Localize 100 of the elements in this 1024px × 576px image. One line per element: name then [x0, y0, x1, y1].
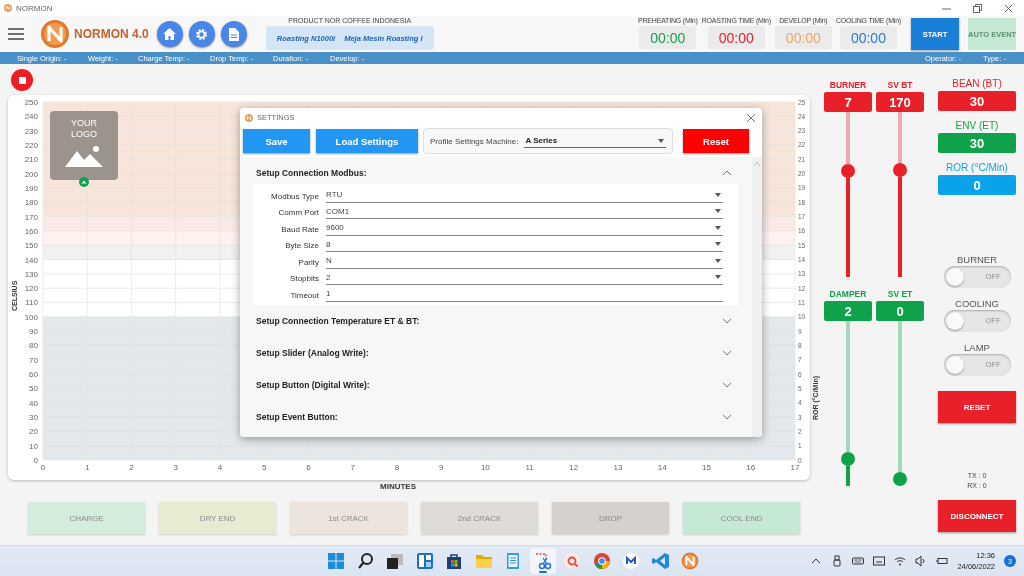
- axis-tick-label: 210: [24, 155, 38, 165]
- axis-tick-label: 9: [438, 463, 444, 472]
- close-icon[interactable]: [747, 113, 755, 122]
- scrollbar[interactable]: [752, 157, 762, 437]
- value-display: 0: [876, 301, 924, 321]
- close-icon[interactable]: [1004, 3, 1013, 13]
- section-title[interactable]: Setup Connection Temperature ET & BT:: [256, 315, 420, 326]
- axis-tick-label: 20: [29, 427, 38, 437]
- axis-tick-label: 3: [173, 463, 178, 472]
- axis-tick-label: 240: [24, 112, 38, 122]
- menu-icon[interactable]: [8, 28, 24, 40]
- home-icon: [163, 28, 177, 40]
- reset-button[interactable]: RESET: [938, 391, 1016, 423]
- axis-tick-label: 1: [85, 463, 90, 472]
- tablet-icon[interactable]: [873, 555, 886, 567]
- settings-button[interactable]: [188, 21, 215, 47]
- input-field[interactable]: 1: [326, 286, 723, 302]
- restore-icon[interactable]: [973, 3, 982, 13]
- axis-tick-label: 130: [24, 269, 38, 279]
- slider[interactable]: [893, 111, 907, 277]
- app-name: NORMON 4.0: [74, 27, 149, 41]
- timer-value: 00:00: [839, 26, 897, 49]
- readout-label: ROR (°C/Min): [946, 162, 1008, 175]
- slider[interactable]: [841, 320, 855, 486]
- chevron-down-icon[interactable]: [722, 317, 732, 324]
- app-icon[interactable]: [622, 552, 640, 570]
- axis-tick-label: 12: [569, 463, 579, 472]
- axis-tick-label: 16: [746, 463, 756, 472]
- axis-tick-label: 7: [350, 463, 355, 472]
- section-title[interactable]: Setup Event Button:: [256, 411, 338, 422]
- notepad-icon[interactable]: [504, 552, 522, 570]
- scissors-icon[interactable]: [533, 552, 552, 570]
- marker-icon: [79, 177, 89, 187]
- axis-tick-label: 14: [657, 463, 667, 472]
- section-title[interactable]: Setup Button (Digital Write):: [256, 379, 370, 390]
- caret-icon: [657, 138, 664, 143]
- axis-title: MINUTES: [380, 482, 416, 491]
- home-button[interactable]: [156, 21, 183, 47]
- axis-tick-label: 200: [24, 169, 38, 179]
- readout-label: BEAN (BT): [952, 78, 1002, 91]
- chevron-down-icon[interactable]: [722, 381, 732, 388]
- value-display: 2: [824, 301, 872, 321]
- caret-icon: [715, 209, 721, 213]
- section-title[interactable]: Setup Connection Modbus:: [256, 168, 367, 178]
- battery-icon[interactable]: [936, 555, 949, 567]
- axis-tick-label: 2: [129, 463, 134, 472]
- profile-dropdown[interactable]: A Series: [523, 134, 666, 148]
- dropdown[interactable]: 9600: [326, 220, 723, 236]
- slider-label: DAMPER: [829, 288, 867, 299]
- store-icon[interactable]: [445, 552, 463, 570]
- report-button[interactable]: [220, 21, 247, 47]
- app-icon[interactable]: [563, 552, 581, 570]
- toggle-label: COOLING: [955, 298, 999, 309]
- reset-button[interactable]: Reset: [683, 129, 749, 153]
- slider[interactable]: [893, 320, 907, 486]
- axis-tick-label: 0: [33, 456, 38, 465]
- app-icon[interactable]: [681, 552, 699, 570]
- wifi-icon[interactable]: [894, 555, 907, 567]
- windows-stack-icon[interactable]: [386, 552, 404, 570]
- axis-tick-label: 160: [24, 226, 38, 236]
- app-icon: [4, 4, 12, 12]
- code-editor-icon[interactable]: [651, 552, 670, 570]
- stop-button[interactable]: [11, 69, 33, 91]
- axis-tick-label: 17: [790, 463, 800, 472]
- widgets-icon[interactable]: [415, 552, 434, 570]
- keyboard-icon[interactable]: [852, 555, 865, 567]
- field-label: Baud Rate: [280, 224, 319, 236]
- readout-value: 30: [938, 91, 1016, 111]
- usb-drive-icon[interactable]: [831, 555, 844, 567]
- chevron-down-icon[interactable]: [722, 349, 732, 356]
- axis-tick-label: 15: [702, 463, 711, 472]
- browser-icon[interactable]: [592, 552, 611, 570]
- slider[interactable]: [841, 111, 855, 277]
- dropdown[interactable]: RTU: [326, 187, 723, 203]
- axis-tick-label: 220: [24, 140, 38, 150]
- section-title[interactable]: Setup Slider (Analog Write):: [256, 347, 369, 358]
- profile-label: Profile Settings Machine:: [430, 136, 519, 146]
- disconnect-button[interactable]: DISCONNECT: [938, 500, 1016, 532]
- caret-icon: [715, 258, 721, 263]
- dropdown[interactable]: COM1: [326, 204, 723, 219]
- dropdown[interactable]: 2: [326, 270, 723, 285]
- dropdown[interactable]: N: [326, 253, 723, 269]
- axis-tick-label: 120: [24, 284, 38, 294]
- chevron-down-icon[interactable]: [722, 413, 732, 420]
- axis-tick-label: 70: [29, 355, 38, 365]
- field-label: Stopbits: [289, 274, 319, 285]
- mountain-icon: [65, 145, 103, 167]
- field-label: Parity: [297, 257, 319, 269]
- save-button[interactable]: Save: [243, 129, 310, 153]
- timer-value: 00:00: [639, 26, 697, 49]
- readout-value: 30: [938, 133, 1016, 153]
- search-icon[interactable]: [356, 552, 375, 570]
- axis-tick-label: 6: [306, 463, 311, 472]
- windows-icon[interactable]: [327, 552, 345, 570]
- load-settings-button[interactable]: Load Settings: [316, 129, 418, 153]
- timer-value: 00:00: [774, 26, 832, 49]
- value-display: 7: [824, 92, 872, 112]
- field-label: Modbus Type: [270, 191, 319, 203]
- dropdown[interactable]: 8: [326, 237, 723, 252]
- slider-label: BURNER: [829, 79, 867, 90]
